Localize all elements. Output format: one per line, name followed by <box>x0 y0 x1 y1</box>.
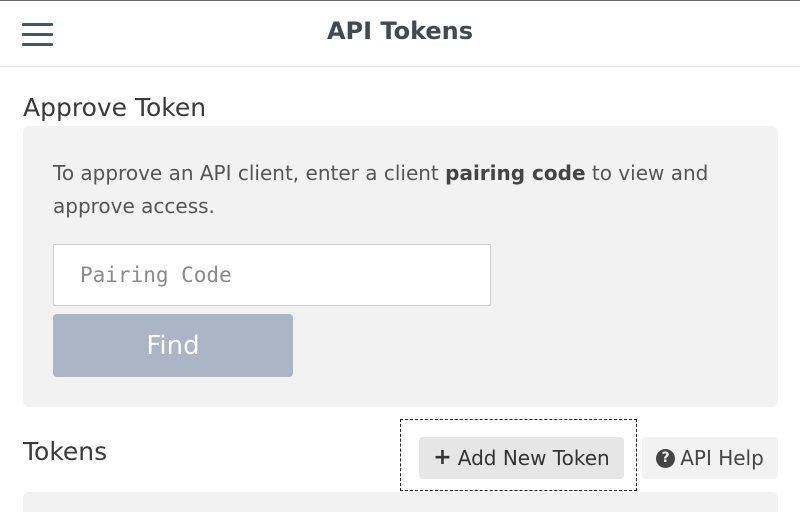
add-new-token-button[interactable]: + Add New Token <box>419 437 624 479</box>
approve-description: To approve an API client, enter a client… <box>53 157 733 223</box>
tokens-panel <box>23 492 778 512</box>
api-help-label: API Help <box>680 446 764 470</box>
api-help-button[interactable]: ? API Help <box>642 437 778 479</box>
tokens-heading: Tokens <box>23 437 108 466</box>
page-title: API Tokens <box>326 17 474 45</box>
approve-token-panel: To approve an API client, enter a client… <box>23 126 778 407</box>
question-circle-icon: ? <box>656 448 676 468</box>
top-bar: API Tokens <box>0 0 800 67</box>
plus-icon: + <box>433 445 452 470</box>
add-new-token-label: Add New Token <box>457 446 610 470</box>
approve-token-heading: Approve Token <box>23 93 207 122</box>
description-prefix: To approve an API client, enter a client <box>53 161 446 185</box>
pairing-code-input[interactable] <box>53 244 491 306</box>
find-button[interactable]: Find <box>53 314 293 377</box>
description-bold: pairing code <box>445 161 586 185</box>
